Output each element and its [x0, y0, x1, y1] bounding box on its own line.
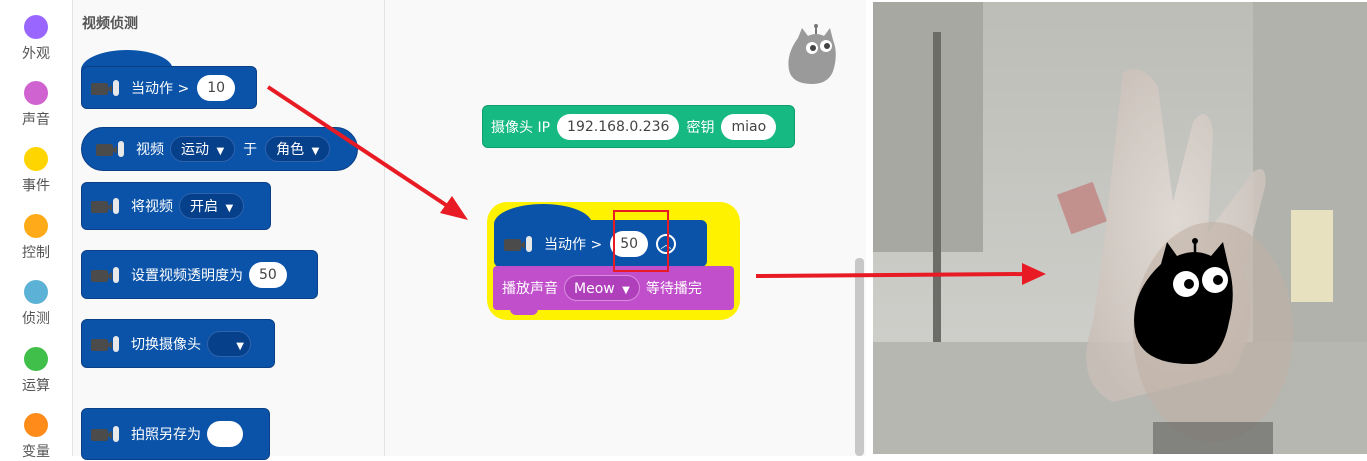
annotation-arrows — [266, 85, 1046, 285]
annotation-arrow — [755, 263, 1046, 285]
annotation-arrow — [266, 85, 468, 220]
